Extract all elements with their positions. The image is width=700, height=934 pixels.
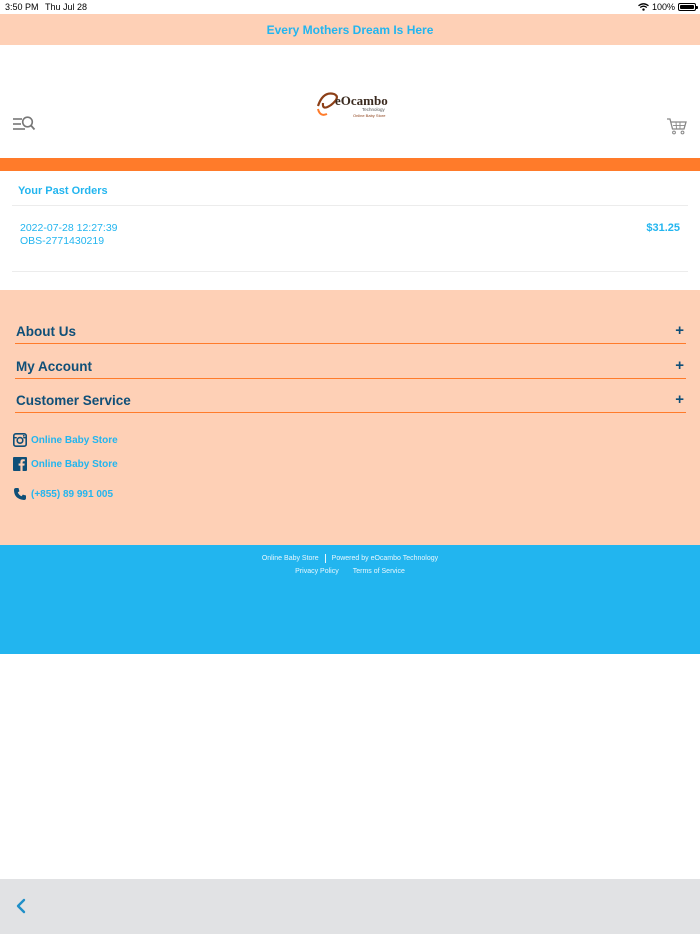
phone-icon (14, 488, 26, 500)
divider (12, 205, 688, 206)
phone-label: (+855) 89 991 005 (31, 488, 114, 500)
status-bar: 3:50 PM Thu Jul 28 100% (0, 0, 700, 14)
instagram-icon (13, 433, 27, 447)
order-date: 2022-07-28 12:27:39 (20, 222, 118, 234)
store-link[interactable]: Online Baby Store (262, 555, 319, 562)
logo-sub2: Online Baby Store (353, 113, 386, 118)
past-orders-title: Your Past Orders (18, 185, 108, 197)
plus-icon: + (675, 391, 684, 408)
wifi-icon (638, 3, 649, 11)
divider (12, 271, 688, 272)
order-total: $31.25 (646, 222, 680, 234)
accordion-label: About Us (16, 324, 76, 339)
bottom-footer: Online Baby Store Powered by eOcambo Tec… (0, 545, 700, 654)
status-right: 100% (638, 2, 698, 12)
logo[interactable]: eOcambo Technology Online Baby Store (316, 87, 388, 119)
instagram-link[interactable]: Online Baby Store (13, 433, 118, 447)
status-time: 3:50 PM (5, 2, 39, 12)
accordion-customer-service[interactable]: Customer Service + (15, 389, 686, 413)
status-date: Thu Jul 28 (45, 2, 88, 12)
accordion-label: Customer Service (16, 393, 131, 408)
footer: About Us + My Account + Customer Service… (0, 290, 700, 545)
footer-legal: Privacy Policy Terms of Service (0, 568, 700, 575)
page: 3:50 PM Thu Jul 28 100% Every Mothers Dr… (0, 0, 700, 934)
battery-percent: 100% (651, 2, 675, 12)
facebook-label: Online Baby Store (31, 458, 118, 470)
order-row[interactable]: 2022-07-28 12:27:39 OBS-2771430219 $31.2… (12, 219, 688, 251)
footer-credits: Online Baby Store Powered by eOcambo Tec… (0, 554, 700, 563)
logo-sub1: Technology (362, 107, 386, 112)
promo-text: Every Mothers Dream Is Here (266, 22, 434, 37)
facebook-icon (13, 457, 27, 471)
order-id: OBS-2771430219 (20, 235, 105, 247)
privacy-policy-link[interactable]: Privacy Policy (295, 568, 339, 575)
accordion-label: My Account (16, 359, 93, 374)
header: eOcambo Technology Online Baby Store (0, 45, 700, 158)
orange-divider-bar (0, 158, 700, 171)
menu-search-icon[interactable] (12, 115, 36, 135)
separator (324, 554, 326, 563)
logo-mark: eOcambo Technology Online Baby Store (316, 92, 388, 118)
accordion-about-us[interactable]: About Us + (15, 320, 686, 344)
terms-of-service-link[interactable]: Terms of Service (353, 568, 405, 575)
cart-icon[interactable] (666, 117, 688, 135)
logo-brand: eOcambo (335, 93, 388, 108)
past-orders-section: Your Past Orders 2022-07-28 12:27:39 OBS… (12, 171, 688, 272)
powered-by-link[interactable]: Powered by eOcambo Technology (332, 555, 439, 562)
battery-icon (678, 3, 698, 11)
bottom-nav-bar (0, 879, 700, 934)
promo-banner: Every Mothers Dream Is Here (0, 14, 700, 45)
phone-link[interactable]: (+855) 89 991 005 (13, 487, 113, 501)
instagram-label: Online Baby Store (31, 434, 118, 446)
facebook-link[interactable]: Online Baby Store (13, 457, 118, 471)
back-chevron-icon[interactable] (14, 897, 28, 915)
plus-icon: + (675, 357, 684, 374)
accordion-my-account[interactable]: My Account + (15, 355, 686, 379)
plus-icon: + (675, 322, 684, 339)
